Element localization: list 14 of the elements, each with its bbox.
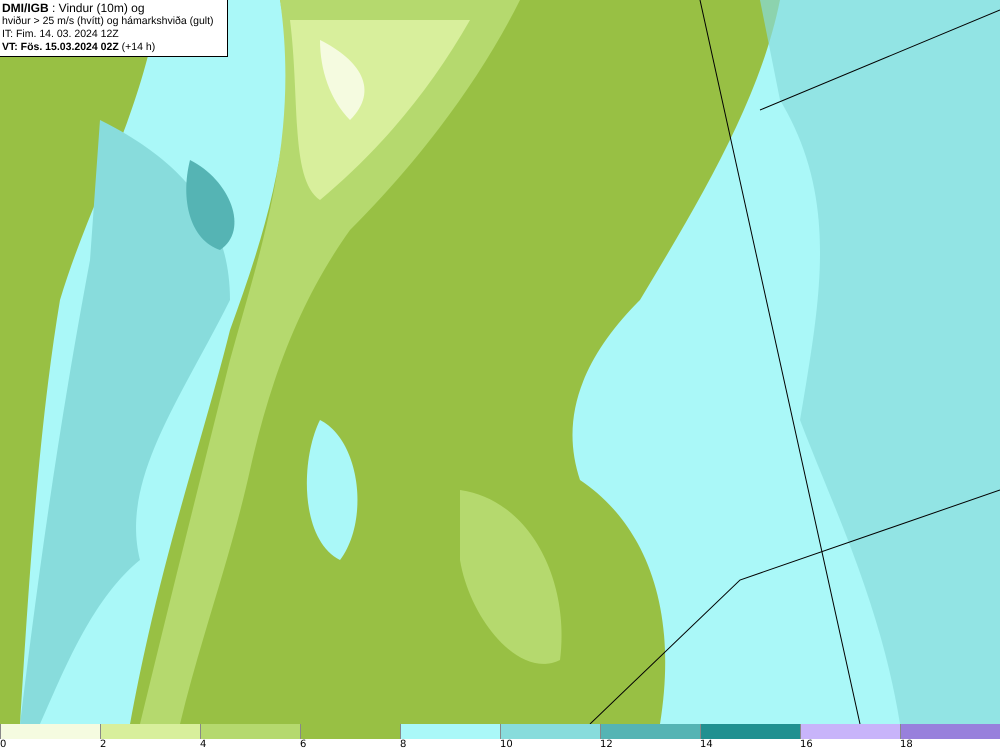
legend-label: 18 <box>900 739 914 751</box>
legend-label: 6 <box>300 739 308 751</box>
legend-label: 16 <box>800 739 814 751</box>
info-text: VT: Fös. 15.03.2024 02Z (+14 h) <box>2 41 156 54</box>
legend-label: 2 <box>100 739 108 751</box>
legend-label: 14 <box>700 739 714 751</box>
legend-label: 12 <box>600 739 614 751</box>
info-text: hviður > 25 m/s (hvítt) og hámarkshviða (gult) <box>2 15 215 28</box>
legend-label: 10 <box>500 739 514 751</box>
info-text: IT: Fim. 14. 03. 2024 12Z <box>2 28 120 41</box>
legend-label: 4 <box>200 739 208 751</box>
info-text: DMI/IGB : Vindur (10m) og <box>2 2 146 15</box>
legend-label: 0 <box>0 739 8 751</box>
legend-label: 8 <box>400 739 408 751</box>
